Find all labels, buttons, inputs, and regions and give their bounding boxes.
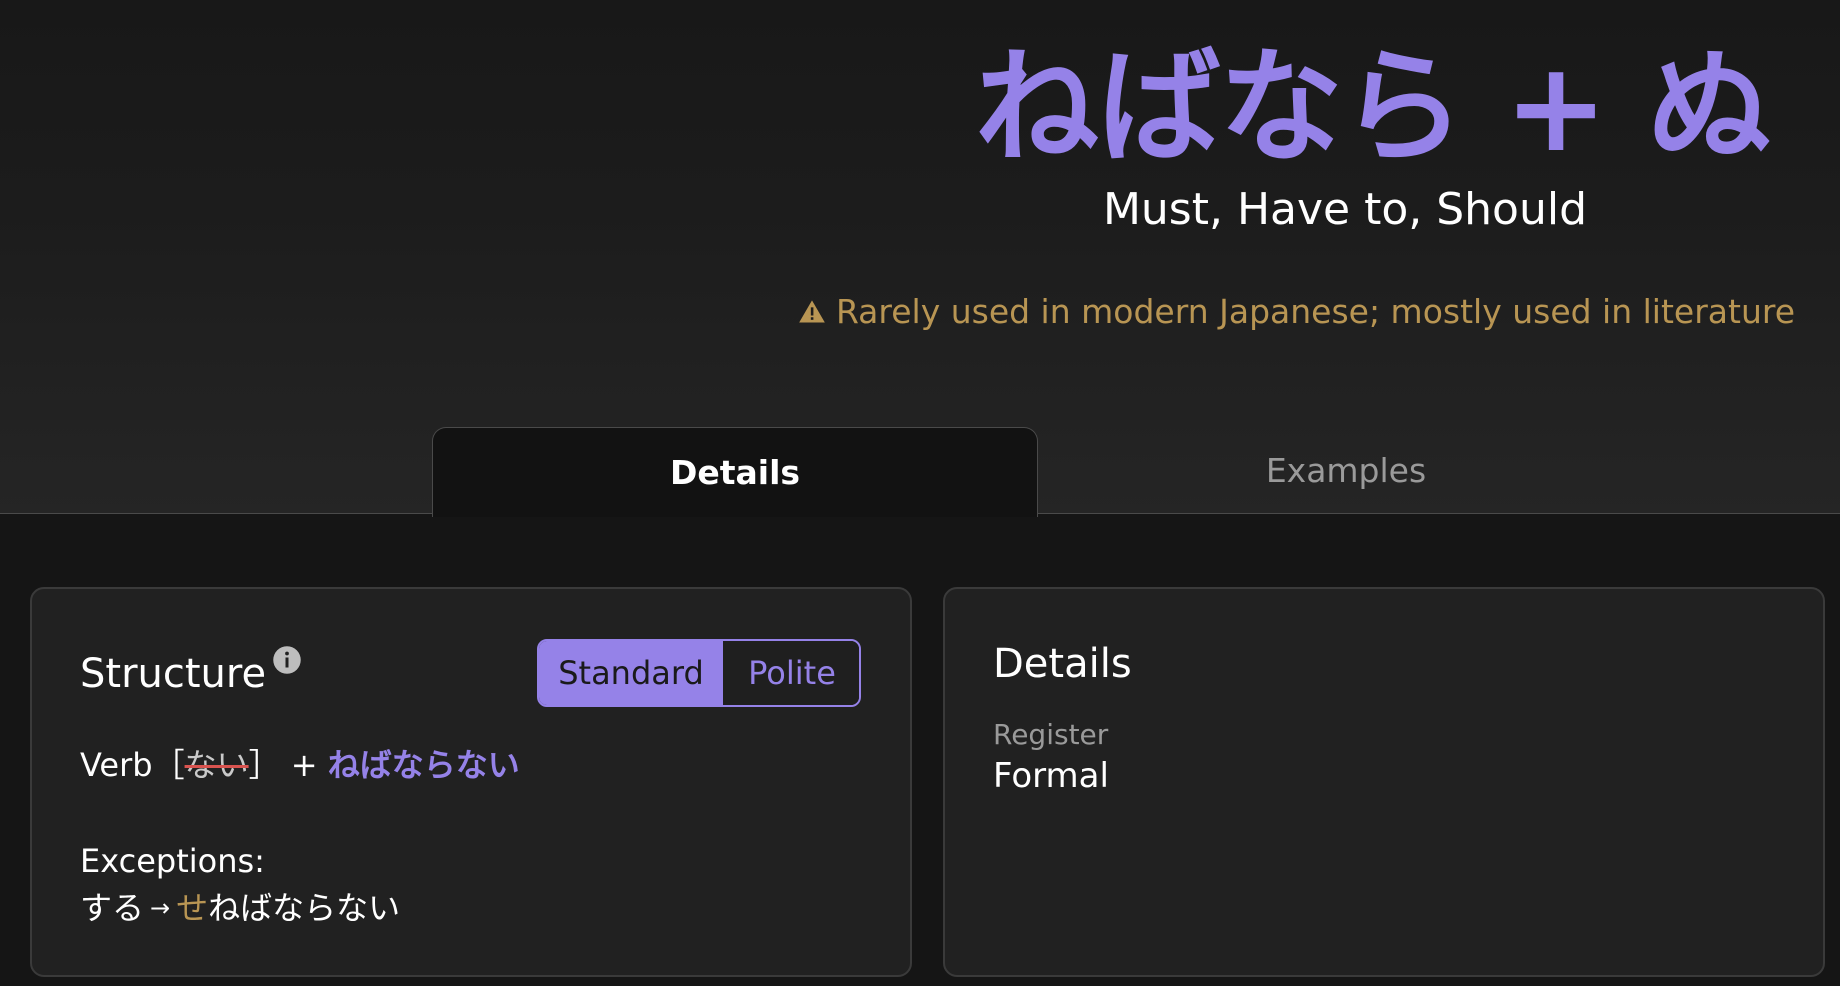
- structure-formula: Verb ［ ない ］ + ねばならない: [80, 743, 520, 787]
- exceptions-label: Exceptions:: [80, 842, 265, 880]
- structure-card: Structure Standard Polite Verb ［ ない ］ + …: [30, 587, 912, 977]
- warning-icon: [798, 298, 826, 326]
- structure-title: Structure: [80, 651, 267, 697]
- tab-examples[interactable]: Examples: [1040, 427, 1652, 513]
- formula-bracket-close: ］: [248, 746, 281, 784]
- exception-rule: する → せ ねばならない: [80, 886, 400, 930]
- grammar-meaning: Must, Have to, Should: [1102, 184, 1588, 235]
- toggle-polite-button[interactable]: Polite: [723, 641, 859, 705]
- formula-removed: ない: [184, 746, 249, 784]
- formula-verb: Verb: [80, 746, 153, 784]
- page: ねばなら + ぬ Must, Have to, Should Rarely us…: [0, 0, 1840, 986]
- register-label: Register: [993, 718, 1109, 751]
- register-value: Formal: [993, 756, 1109, 796]
- formula-plus: +: [280, 746, 328, 784]
- tab-details[interactable]: Details: [432, 427, 1038, 517]
- usage-notice-text: Rarely used in modern Japanese; mostly u…: [835, 292, 1795, 331]
- details-title: Details: [993, 641, 1132, 687]
- form-toggle: Standard Polite: [537, 639, 861, 707]
- structure-heading: Structure: [80, 646, 302, 699]
- formula-ending: ねばならない: [327, 746, 520, 784]
- formula-bracket-open: ［: [152, 746, 185, 784]
- exception-from: する: [80, 889, 145, 927]
- exception-highlight: せ: [176, 889, 209, 927]
- details-card: Details Register Formal: [943, 587, 1825, 977]
- usage-notice: Rarely used in modern Japanese; mostly u…: [798, 288, 1795, 336]
- arrow-icon: →: [150, 894, 171, 922]
- grammar-title: ねばなら + ぬ: [975, 36, 1771, 180]
- exception-rest: ねばならない: [208, 889, 401, 927]
- info-icon[interactable]: [272, 646, 302, 675]
- toggle-standard-button[interactable]: Standard: [539, 641, 723, 705]
